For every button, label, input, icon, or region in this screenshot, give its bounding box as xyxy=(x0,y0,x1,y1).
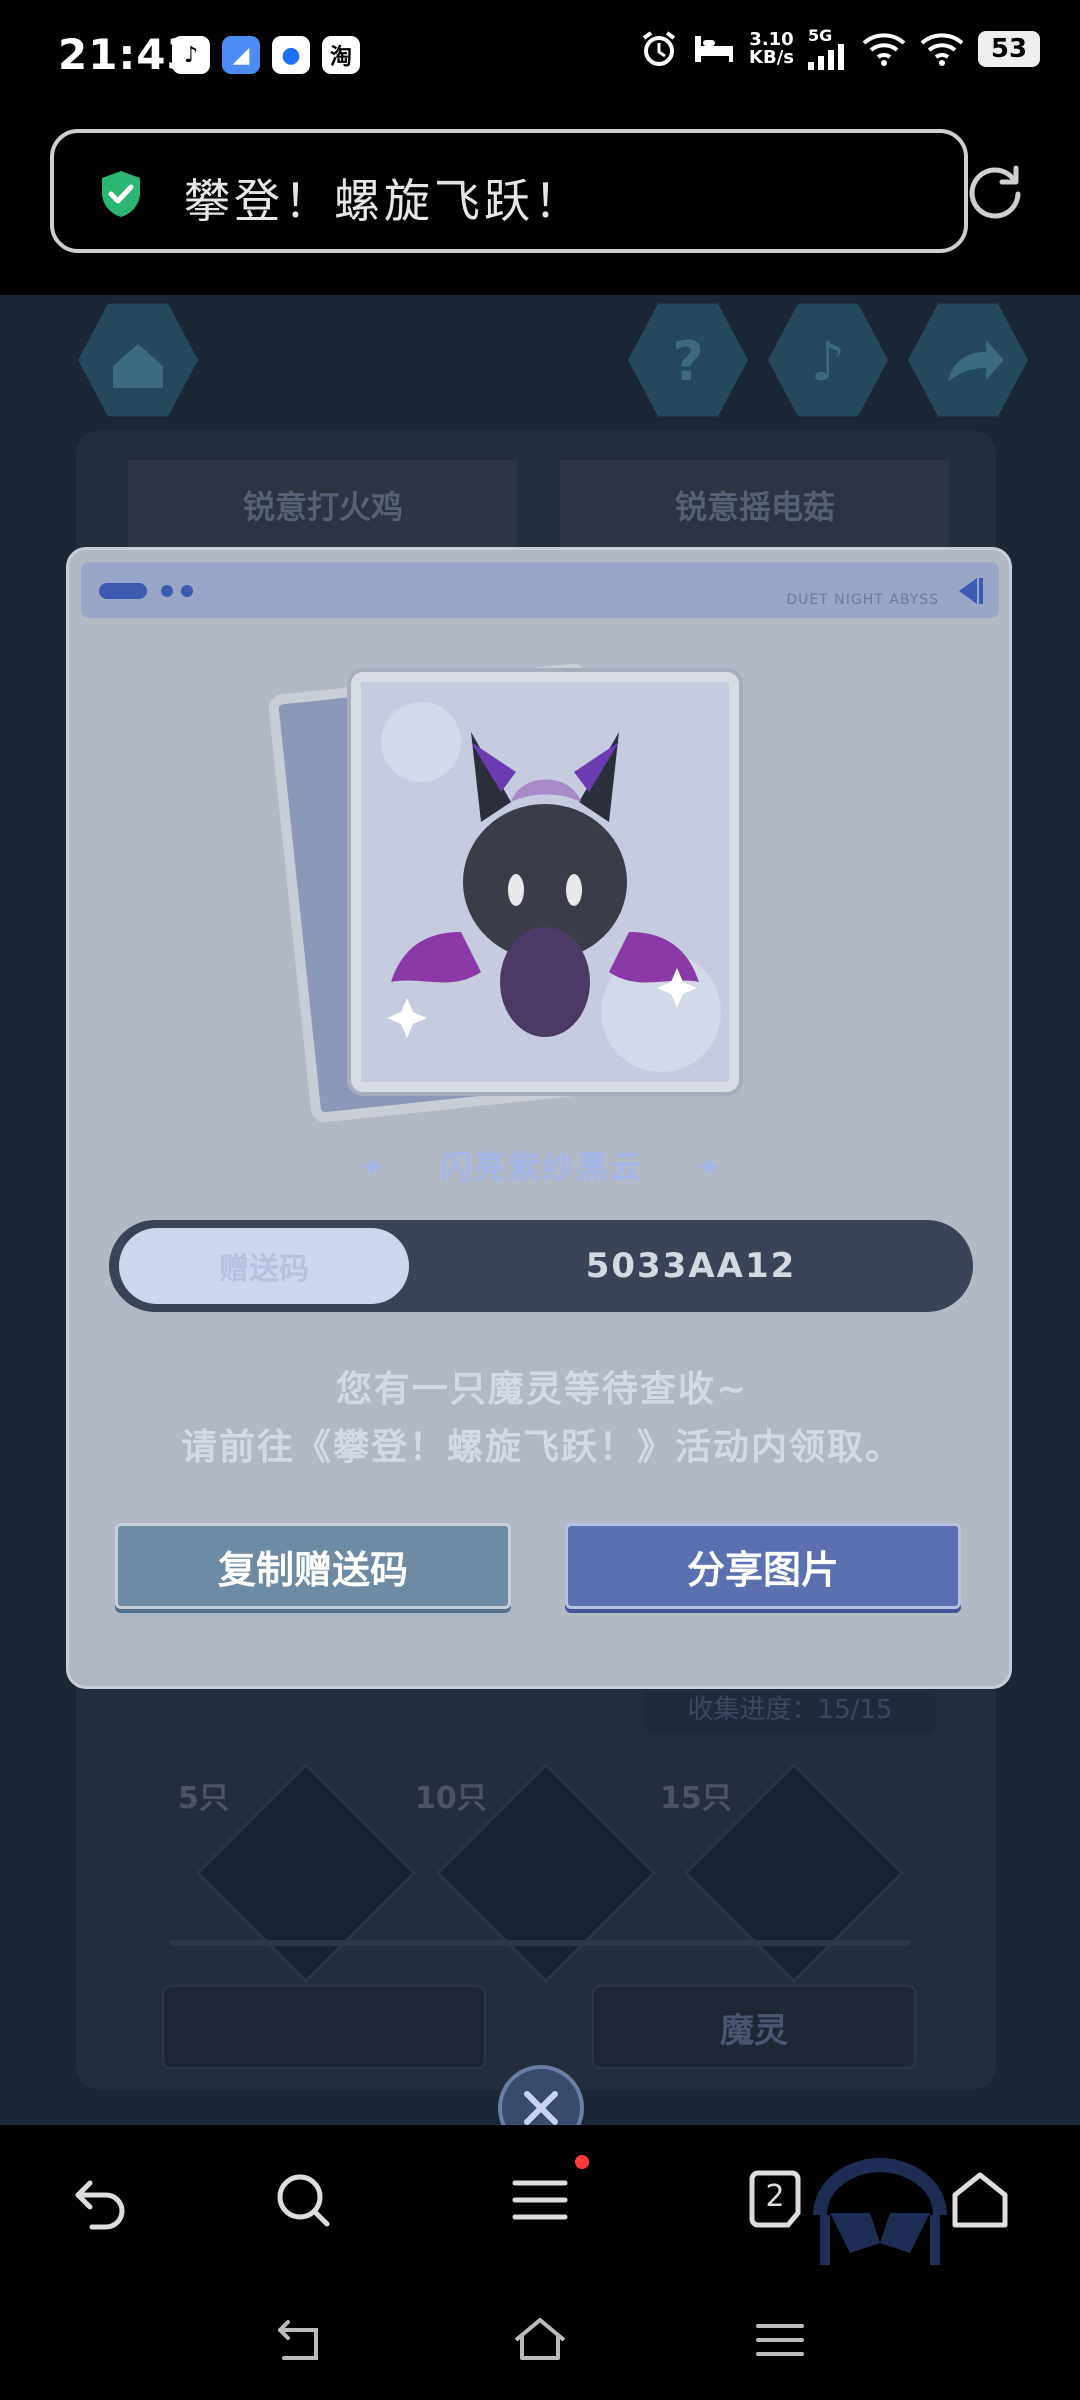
gift-code-value: 5033AA12 xyxy=(585,1246,797,1286)
taobao-icon: 淘 xyxy=(322,36,360,74)
pet-name-text: 闪亮紫纱黑云 xyxy=(439,1148,644,1186)
header-dot xyxy=(161,585,173,597)
cloud-app-icon: ◢ xyxy=(222,36,260,74)
search-icon[interactable] xyxy=(268,2165,338,2235)
mascot-overlay-icon xyxy=(813,2157,947,2265)
pet-illustration xyxy=(361,682,729,1082)
share-image-button[interactable]: 分享图片 xyxy=(565,1523,961,1609)
browser-bottom-bar: 2 xyxy=(0,2125,1080,2280)
sleep-mode-icon xyxy=(695,36,734,62)
message-app-icon: ● xyxy=(272,36,310,74)
pet-name: ✦ 闪亮紫纱黑云 ✦ xyxy=(69,1142,1015,1188)
gift-code-bar: 赠送码 5033AA12 xyxy=(109,1220,973,1312)
progress-track xyxy=(170,1940,910,1946)
home-icon[interactable] xyxy=(945,2165,1015,2235)
sparkle-icon: ✦ xyxy=(359,1151,387,1186)
tiktok-icon: ♪ xyxy=(172,36,210,74)
alarm-icon xyxy=(642,31,676,66)
copy-code-button[interactable]: 复制赠送码 xyxy=(115,1523,511,1609)
shield-check-icon xyxy=(102,171,140,217)
signal-icon xyxy=(808,44,844,70)
browser-url-bar: 攀登！螺旋飞跃！ xyxy=(0,115,1080,295)
pet-card-image xyxy=(351,672,739,1092)
share-arrow-icon[interactable] xyxy=(908,303,1028,417)
help-icon[interactable]: ? xyxy=(628,303,748,417)
message-line-1: 您有一只魔灵等待查收~ xyxy=(335,1369,749,1410)
wifi-icon xyxy=(862,33,906,66)
milestone-label: 10只 xyxy=(415,1781,487,1816)
bottom-left-button[interactable] xyxy=(162,1985,486,2069)
url-field[interactable]: 攀登！螺旋飞跃！ xyxy=(50,129,968,253)
tab-left[interactable]: 锐意打火鸡 xyxy=(128,460,518,550)
svg-text:?: ? xyxy=(672,330,703,393)
network-speed: 3.10 KB/s xyxy=(749,29,794,68)
home-icon[interactable] xyxy=(78,303,198,417)
close-icon xyxy=(524,2091,558,2125)
milestone-label: 5只 xyxy=(178,1781,229,1816)
header-dot xyxy=(181,585,193,597)
milestone-label: 15只 xyxy=(660,1781,732,1816)
dialog-header: DUET NIGHT ABYSS xyxy=(81,562,999,618)
notification-dot xyxy=(575,2155,589,2169)
svg-text:♪: ♪ xyxy=(811,330,845,393)
tabs-button[interactable]: 2 xyxy=(740,2165,810,2235)
game-background: ? ♪ 锐意打火鸡 锐意摇电菇 收集进度：15/15 5只 10只 15只 魔灵… xyxy=(0,295,1080,2125)
bottom-right-button[interactable]: 魔灵 xyxy=(592,1985,916,2069)
sparkle-icon: ✦ xyxy=(697,1151,725,1186)
system-nav-bar xyxy=(0,2280,1080,2400)
tab-count: 2 xyxy=(765,2179,785,2214)
tab-right[interactable]: 锐意摇电菇 xyxy=(560,460,950,550)
code-type-toggle[interactable]: 赠送码 xyxy=(119,1228,409,1304)
back-icon[interactable] xyxy=(66,2165,136,2235)
status-bar: 21:43 ♪ ◢ ● 淘 3.10 KB/s 5G 53 xyxy=(0,0,1080,115)
music-icon[interactable]: ♪ xyxy=(768,303,888,417)
message-line-2: 请前往《攀登！螺旋飞跃！》活动内领取。 xyxy=(180,1427,903,1468)
notification-icons: ♪ ◢ ● 淘 xyxy=(172,36,360,74)
header-pill xyxy=(99,583,147,599)
gift-dialog: DUET NIGHT ABYSS ✦ 闪亮紫纱黑云 ✦ 赠送码 5033AA12… xyxy=(66,547,1012,1689)
system-recents-icon[interactable] xyxy=(750,2310,810,2370)
brand-label: DUET NIGHT ABYSS xyxy=(786,592,939,608)
battery-indicator: 53 xyxy=(978,31,1040,67)
menu-icon[interactable] xyxy=(505,2165,575,2235)
page-title: 攀登！螺旋飞跃！ xyxy=(184,174,584,228)
reload-icon[interactable] xyxy=(964,160,1026,222)
arrow-left-icon xyxy=(959,578,983,604)
signal-indicator: 5G xyxy=(808,28,848,70)
system-back-icon[interactable] xyxy=(270,2310,330,2370)
system-home-icon[interactable] xyxy=(510,2310,570,2370)
wifi-icon-2 xyxy=(920,33,964,66)
